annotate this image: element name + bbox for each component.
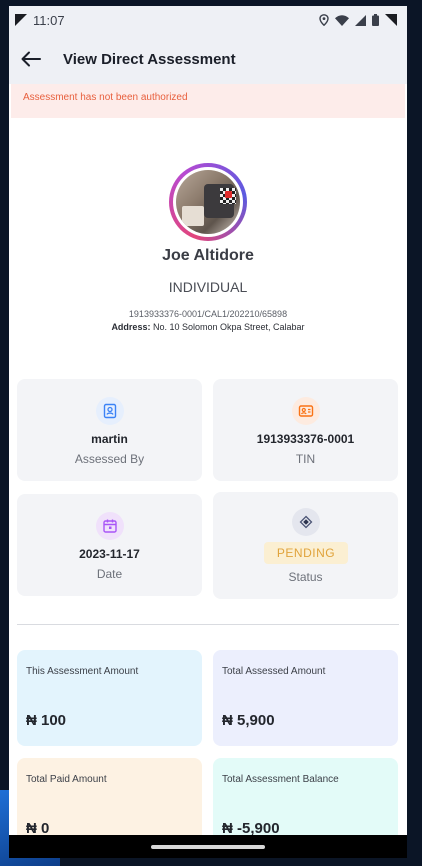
total-assessed-amount-label: Total Assessed Amount bbox=[222, 666, 326, 677]
profile-name: Joe Altidore bbox=[162, 247, 254, 264]
total-paid-amount-label: Total Paid Amount bbox=[26, 774, 107, 785]
tin-card: 1913933376-0001 TIN bbox=[213, 379, 398, 481]
date-card: 2023-11-17 Date bbox=[17, 494, 202, 596]
calendar-icon bbox=[96, 512, 124, 540]
contact-card-icon bbox=[292, 397, 320, 425]
phone-screen: 11:07 View Direct Assessment Assessment … bbox=[9, 6, 407, 858]
tin-label: TIN bbox=[295, 452, 316, 466]
date-value: 2023-11-17 bbox=[79, 547, 140, 561]
arrow-left-icon bbox=[21, 51, 41, 67]
total-assessed-amount-value: ₦ 5,900 bbox=[222, 712, 275, 729]
back-button[interactable] bbox=[17, 45, 45, 73]
this-assessment-amount-label: This Assessment Amount bbox=[26, 666, 139, 677]
id-badge-icon bbox=[96, 397, 124, 425]
profile-type: INDIVIDUAL bbox=[168, 279, 248, 295]
location-icon bbox=[319, 14, 329, 26]
address-label: Address: bbox=[111, 322, 151, 332]
wifi-icon bbox=[335, 14, 349, 26]
status-corner-icon bbox=[15, 14, 27, 26]
status-label: Status bbox=[288, 570, 323, 584]
page-title: View Direct Assessment bbox=[63, 50, 236, 68]
date-label: Date bbox=[96, 567, 123, 581]
app-bar: View Direct Assessment bbox=[9, 34, 407, 84]
status-time: 11:07 bbox=[33, 12, 65, 28]
status-badge: PENDING bbox=[264, 542, 348, 564]
total-assessed-amount-card: Total Assessed Amount ₦ 5,900 bbox=[213, 650, 398, 746]
signal-icon bbox=[355, 14, 366, 26]
diamond-icon bbox=[292, 508, 320, 536]
status-bar: 11:07 bbox=[9, 6, 407, 34]
assessed-by-card: martin Assessed By bbox=[17, 379, 202, 481]
total-assessment-balance-label: Total Assessment Balance bbox=[222, 774, 339, 785]
avatar bbox=[169, 163, 247, 241]
assessment-reference: 1913933376-0001/CAL1/202210/65898 bbox=[128, 309, 288, 319]
section-divider bbox=[17, 624, 399, 625]
system-navigation-bar bbox=[9, 835, 407, 858]
battery-icon bbox=[372, 14, 379, 26]
assessed-by-value: martin bbox=[91, 432, 128, 446]
authorization-alert: Assessment has not been authorized bbox=[11, 84, 405, 118]
status-icons bbox=[319, 14, 397, 26]
alert-message: Assessment has not been authorized bbox=[23, 92, 188, 103]
assessed-by-label: Assessed By bbox=[74, 452, 145, 466]
profile-address: Address: No. 10 Solomon Okpa Street, Cal… bbox=[9, 322, 407, 332]
address-value: No. 10 Solomon Okpa Street, Calabar bbox=[152, 322, 305, 332]
tin-value: 1913933376-0001 bbox=[256, 432, 355, 446]
home-gesture-handle[interactable] bbox=[151, 845, 265, 849]
network-corner-icon bbox=[385, 14, 397, 26]
this-assessment-amount-card: This Assessment Amount ₦ 100 bbox=[17, 650, 202, 746]
status-card: PENDING Status bbox=[213, 492, 398, 599]
this-assessment-amount-value: ₦ 100 bbox=[26, 712, 67, 729]
avatar-photo bbox=[176, 170, 240, 234]
